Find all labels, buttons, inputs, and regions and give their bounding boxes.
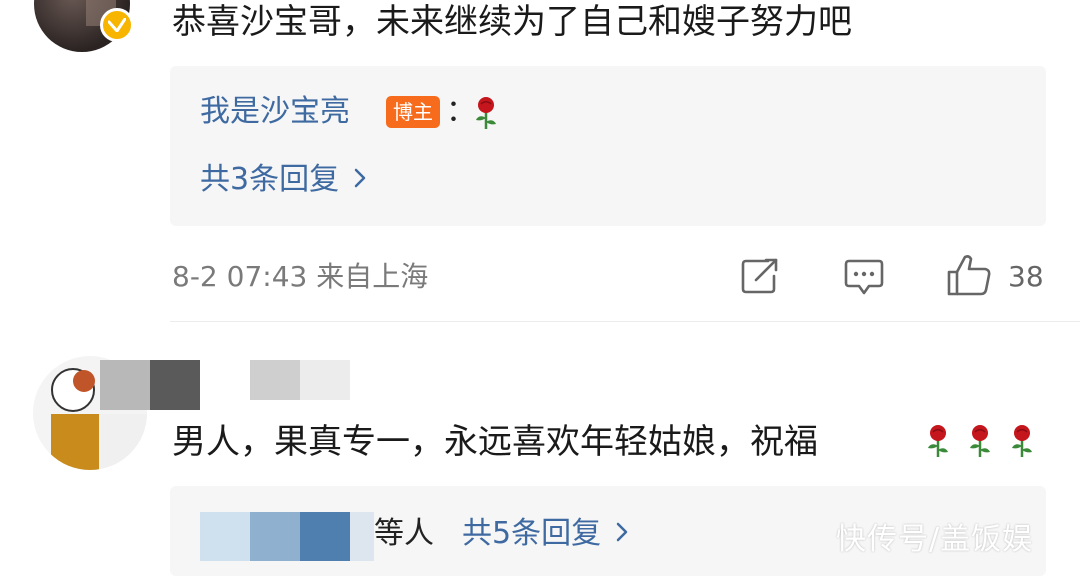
username-pixelated-block — [250, 360, 300, 400]
comment-icon[interactable] — [842, 256, 886, 298]
comment-meta: 8-2 07:43 来自上海 — [172, 260, 429, 293]
rose-icon — [472, 96, 500, 134]
reply-others-label: 等人 — [374, 516, 434, 551]
divider — [170, 321, 1080, 322]
reply-author-link[interactable]: 我是沙宝亮 — [200, 92, 350, 132]
replier-name-pixelated — [350, 512, 374, 561]
chevron-right-icon — [615, 515, 629, 555]
replier-name-pixelated — [300, 512, 350, 561]
view-replies-link[interactable]: 共3条回复 — [200, 160, 367, 201]
replier-name-pixelated — [200, 512, 250, 561]
replier-name-pixelated — [250, 512, 300, 561]
chevron-right-icon — [353, 161, 367, 201]
comment-text-content: 男人，果真专一，永远喜欢年轻姑娘，祝福 — [172, 422, 818, 462]
blogger-badge: 博主 — [386, 96, 440, 128]
view-replies-label: 共5条回复 — [462, 516, 602, 551]
rose-icon — [1008, 424, 1036, 462]
share-icon[interactable] — [738, 256, 782, 296]
username-pixelated-block — [300, 360, 350, 400]
comment-text: 男人，果真专一，永远喜欢年轻姑娘，祝福 — [172, 420, 818, 464]
view-replies-label: 共3条回复 — [200, 162, 340, 197]
like-icon[interactable] — [944, 252, 994, 298]
reply-preview-box[interactable] — [170, 66, 1046, 226]
username-pixelated-block — [150, 360, 200, 410]
comment-text: 恭喜沙宝哥，未来继续为了自己和嫂子努力吧 — [172, 2, 852, 42]
like-count: 38 — [1008, 260, 1044, 293]
view-replies-link[interactable]: 共5条回复 — [462, 514, 629, 555]
rose-icon — [924, 424, 952, 462]
rose-icon — [966, 424, 994, 462]
verified-badge-icon — [100, 8, 134, 42]
watermark: 快传号/盖饭娱 — [836, 522, 1034, 557]
